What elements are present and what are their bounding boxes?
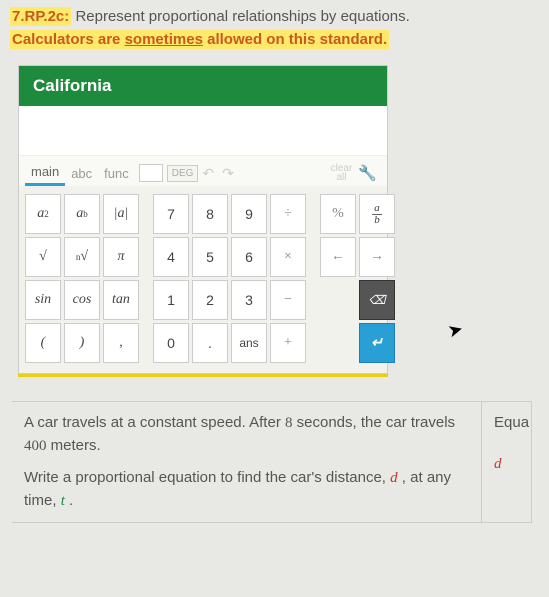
cursor-icon: ➤ [446,318,466,342]
key-5[interactable]: 5 [192,237,228,277]
calc-note-prefix: Calculators are [12,31,125,48]
key-left-arrow[interactable]: ← [320,237,356,277]
key-8[interactable]: 8 [192,194,228,234]
key-tan[interactable]: tan [103,280,139,320]
key-backspace[interactable]: ⌫ [359,280,395,320]
calculator-widget: California main abc func DEG ↶ ↷ clearal… [18,65,388,374]
calculator-keypad: a2 ab |a| 7 8 9 ÷ % ab √ n√ π 4 5 6 × ← … [19,186,387,373]
key-dot[interactable]: . [192,323,228,363]
problem-row: A car travels at a constant speed. After… [12,401,532,523]
key-abs[interactable]: |a| [103,194,139,234]
key-comma[interactable]: , [103,323,139,363]
key-pi[interactable]: π [103,237,139,277]
problem-answer-column: Equa d [482,402,532,523]
key-rparen[interactable]: ) [64,323,100,363]
key-3[interactable]: 3 [231,280,267,320]
key-blank [320,280,356,320]
clear-all-button[interactable]: clearall [331,164,353,182]
key-2[interactable]: 2 [192,280,228,320]
key-subtract[interactable]: − [270,280,306,320]
key-1[interactable]: 1 [153,280,189,320]
mode-indicator-box [139,164,163,182]
calculator-display[interactable] [19,106,387,156]
key-a-squared[interactable]: a2 [25,194,61,234]
tab-main[interactable]: main [25,160,65,186]
calculator-title: California [19,66,387,106]
key-right-arrow[interactable]: → [359,237,395,277]
problem-text: A car travels at a constant speed. After… [12,402,482,523]
deg-mode-button[interactable]: DEG [167,165,199,182]
key-sin[interactable]: sin [25,280,61,320]
calculator-mode-row: main abc func DEG ↶ ↷ clearall 🔧 [19,156,387,186]
redo-icon[interactable]: ↷ [222,165,234,182]
key-7[interactable]: 7 [153,194,189,234]
settings-icon[interactable]: 🔧 [358,164,377,182]
key-nth-root[interactable]: n√ [64,237,100,277]
key-multiply[interactable]: × [270,237,306,277]
calculator-policy-note: Calculators are sometimes allowed on thi… [0,29,549,61]
key-9[interactable]: 9 [231,194,267,234]
key-divide[interactable]: ÷ [270,194,306,234]
key-blank-2 [320,323,356,363]
answer-label: Equa [494,412,519,435]
key-fraction[interactable]: ab [359,194,395,234]
key-enter[interactable]: ↵ [359,323,395,363]
key-ans[interactable]: ans [231,323,267,363]
calculator-underline [18,374,388,377]
key-6[interactable]: 6 [231,237,267,277]
calc-note-underlined: sometimes [125,31,203,48]
key-percent[interactable]: % [320,194,356,234]
tab-abc[interactable]: abc [65,162,98,185]
key-sqrt[interactable]: √ [25,237,61,277]
standard-line: 7.RP.2c: Represent proportional relation… [0,0,549,29]
key-lparen[interactable]: ( [25,323,61,363]
key-add[interactable]: + [270,323,306,363]
key-4[interactable]: 4 [153,237,189,277]
calc-note-suffix: allowed on this standard. [203,31,387,48]
standard-text: Represent proportional relationships by … [75,8,409,25]
answer-var: d [494,453,519,476]
standard-code: 7.RP.2c: [10,7,71,26]
undo-icon[interactable]: ↶ [202,165,214,182]
key-cos[interactable]: cos [64,280,100,320]
key-0[interactable]: 0 [153,323,189,363]
key-a-power-b[interactable]: ab [64,194,100,234]
tab-func[interactable]: func [98,162,135,185]
